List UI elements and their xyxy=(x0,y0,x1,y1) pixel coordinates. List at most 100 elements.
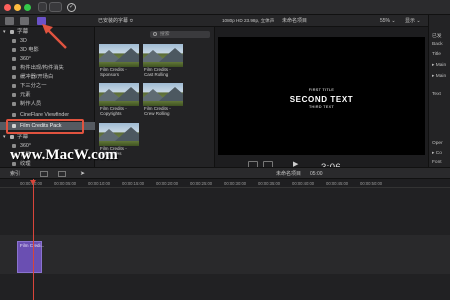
sidebar-item-label: 360° xyxy=(20,56,31,62)
title-bar: ✓ xyxy=(0,0,450,15)
thumbnail-image xyxy=(99,44,139,67)
titles-generators-icon[interactable] xyxy=(37,17,46,25)
thumbnail-caption: Film Credits - Sponsors xyxy=(100,67,127,78)
thumbnail-caption: Film Credits - Crew Rolling xyxy=(144,106,171,117)
sidebar-item[interactable]: 3D xyxy=(0,37,95,45)
zoom-menu[interactable]: 55% ⌄ xyxy=(380,15,396,27)
minimize-window-button[interactable] xyxy=(14,4,21,11)
libraries-icon[interactable] xyxy=(5,17,14,25)
third-text: THIRD TEXT xyxy=(308,105,335,109)
inspector-row: 已发 xyxy=(432,34,442,39)
thumbnail-image xyxy=(143,44,183,67)
viewer-canvas[interactable]: FIRST TITLE SECOND TEXT THIRD TEXT xyxy=(218,37,425,155)
zoom-window-button[interactable] xyxy=(24,4,31,11)
ruler-label: 00:00:40:00 xyxy=(292,181,315,186)
sidebar-item-label: 下三分之一 xyxy=(20,83,47,89)
ruler-label: 00:00:30:00 xyxy=(224,181,247,186)
inspector-row[interactable]: Text xyxy=(432,92,441,97)
sidebar-item[interactable]: 缓冲器/开场白 xyxy=(0,73,95,81)
disclosure-triangle-icon[interactable]: ▾ xyxy=(3,28,6,36)
ruler-label: 00:00:10:00 xyxy=(88,181,111,186)
sidebar-item[interactable]: CineFlare Viewfinder xyxy=(0,111,95,119)
thumbnail-caption: Film Credits - Cast Rolling xyxy=(144,67,171,78)
sidebar-section-generators[interactable]: ▾ 字幕 xyxy=(0,133,95,141)
insert-clip-icon[interactable] xyxy=(58,171,66,177)
browser-title[interactable]: 已安装的字幕 ≎ xyxy=(98,15,134,27)
title-category-icon xyxy=(12,75,16,79)
thumbnail-image xyxy=(99,123,139,146)
first-title-text: FIRST TITLE xyxy=(308,88,335,92)
playhead-handle[interactable] xyxy=(30,180,36,185)
title-thumbnail[interactable]: Film Credits - Cast Rolling xyxy=(143,44,183,78)
titles-sidebar: ▾ 字幕 3D 3D 电影 360° 构件出现/构件消失 缓冲器/开场白 下三分… xyxy=(0,27,95,167)
search-field[interactable]: 搜索 xyxy=(150,31,210,38)
second-text: SECOND TEXT xyxy=(289,95,354,104)
thumbnail-image xyxy=(99,83,139,106)
sidebar-item-label: 元素 xyxy=(20,92,31,98)
timeline-ruler[interactable]: 00:00:00:00 00:00:05:00 00:00:10:00 00:0… xyxy=(0,179,450,188)
photos-audio-icon[interactable] xyxy=(20,17,29,25)
playhead[interactable] xyxy=(33,179,34,300)
sidebar-section-titles[interactable]: ▾ 字幕 xyxy=(0,28,95,36)
view-menu[interactable]: 显示 ⌄ xyxy=(405,15,421,27)
inspector-row[interactable]: Title xyxy=(432,52,441,57)
title-category-icon xyxy=(12,66,16,70)
sidebar-item[interactable]: 下三分之一 xyxy=(0,82,95,90)
ruler-label: 00:00:45:00 xyxy=(326,181,349,186)
timeline-header: 索引 ➤ 未命名项目 05:00 xyxy=(0,167,450,179)
sidebar-item-label: 3D 电影 xyxy=(20,47,39,53)
title-category-icon xyxy=(12,39,16,43)
title-category-icon xyxy=(12,84,16,88)
ruler-label: 00:00:20:00 xyxy=(156,181,179,186)
sidebar-section-label: 字幕 xyxy=(17,134,29,140)
sidebar-item[interactable]: 360° xyxy=(0,55,95,63)
background-tasks-icon[interactable]: ✓ xyxy=(67,3,76,12)
title-category-icon xyxy=(12,113,16,117)
title-thumbnail[interactable]: Film Credits - Crew Rolling xyxy=(143,83,183,117)
thumbnail-image xyxy=(143,83,183,106)
sidebar-section-label: 字幕 xyxy=(17,29,29,35)
close-window-button[interactable] xyxy=(4,4,11,11)
title-clip[interactable]: Film Credi... xyxy=(17,241,44,273)
sidebar-item-label: CineFlare Viewfinder xyxy=(20,112,70,118)
ruler-label: 00:00:15:00 xyxy=(122,181,145,186)
import-button[interactable] xyxy=(38,2,47,12)
title-category-icon xyxy=(12,93,16,97)
sidebar-item-label: 缓冲器/开场白 xyxy=(20,74,54,80)
title-thumbnail[interactable]: Film Credits - Copyrights xyxy=(99,83,139,117)
ruler-label: 00:00:05:00 xyxy=(54,181,77,186)
generators-icon xyxy=(10,135,14,139)
sidebar-item[interactable]: 构件出现/构件消失 xyxy=(0,64,95,72)
timeline-tracks[interactable]: Film Credi... xyxy=(0,188,450,300)
viewer: FIRST TITLE SECOND TEXT THIRD TEXT ▶ 3:0… xyxy=(215,27,428,173)
sidebar-item[interactable]: 制作人员 xyxy=(0,100,95,108)
browser-toolbar: 已安装的字幕 ≎ 1080p HD 23.98p, 立体声 未命名项目 55% … xyxy=(0,15,450,27)
title-category-icon xyxy=(12,57,16,61)
titles-browser: 搜索 Film Credits - Sponsors Film Credits … xyxy=(95,27,215,167)
title-thumbnail[interactable]: Film Credits - Sponsors xyxy=(99,44,139,78)
ruler-label: 00:00:35:00 xyxy=(258,181,281,186)
watermark-text: www.MacW.com xyxy=(10,147,118,163)
viewer-format: 1080p HD 23.98p, 立体声 xyxy=(222,18,275,23)
inspector-row[interactable]: Oper xyxy=(432,141,443,146)
inspector-row[interactable]: Back xyxy=(432,42,443,47)
final-cut-pro-window: ✓ 已安装的字幕 ≎ 1080p HD 23.98p, 立体声 未命名项目 55… xyxy=(0,0,450,300)
inspector-row[interactable]: ▸ Main xyxy=(432,74,446,79)
append-clip-icon[interactable] xyxy=(40,171,48,177)
disclosure-triangle-icon[interactable]: ▾ xyxy=(3,133,6,141)
inspector-row[interactable]: ▸ Co xyxy=(432,151,442,156)
sidebar-item[interactable]: 3D 电影 xyxy=(0,46,95,54)
viewer-project-name: 未命名项目 xyxy=(282,18,308,24)
selection-highlight-box xyxy=(6,119,84,134)
thumbnail-caption: Film Credits - Copyrights xyxy=(100,106,127,117)
ruler-label: 00:00:25:00 xyxy=(190,181,213,186)
sidebar-item[interactable]: 元素 xyxy=(0,91,95,99)
inspector-row[interactable]: ▸ Main xyxy=(432,63,446,68)
search-placeholder: 搜索 xyxy=(160,32,170,37)
title-category-icon xyxy=(12,102,16,106)
inspector-row[interactable]: Font xyxy=(432,160,442,165)
search-icon xyxy=(153,32,157,36)
title-category-icon xyxy=(12,48,16,52)
inspector-panel: 已发 Back Title ▸ Main ▸ Main Text Oper ▸ … xyxy=(428,15,450,170)
keywords-button[interactable] xyxy=(49,2,62,12)
